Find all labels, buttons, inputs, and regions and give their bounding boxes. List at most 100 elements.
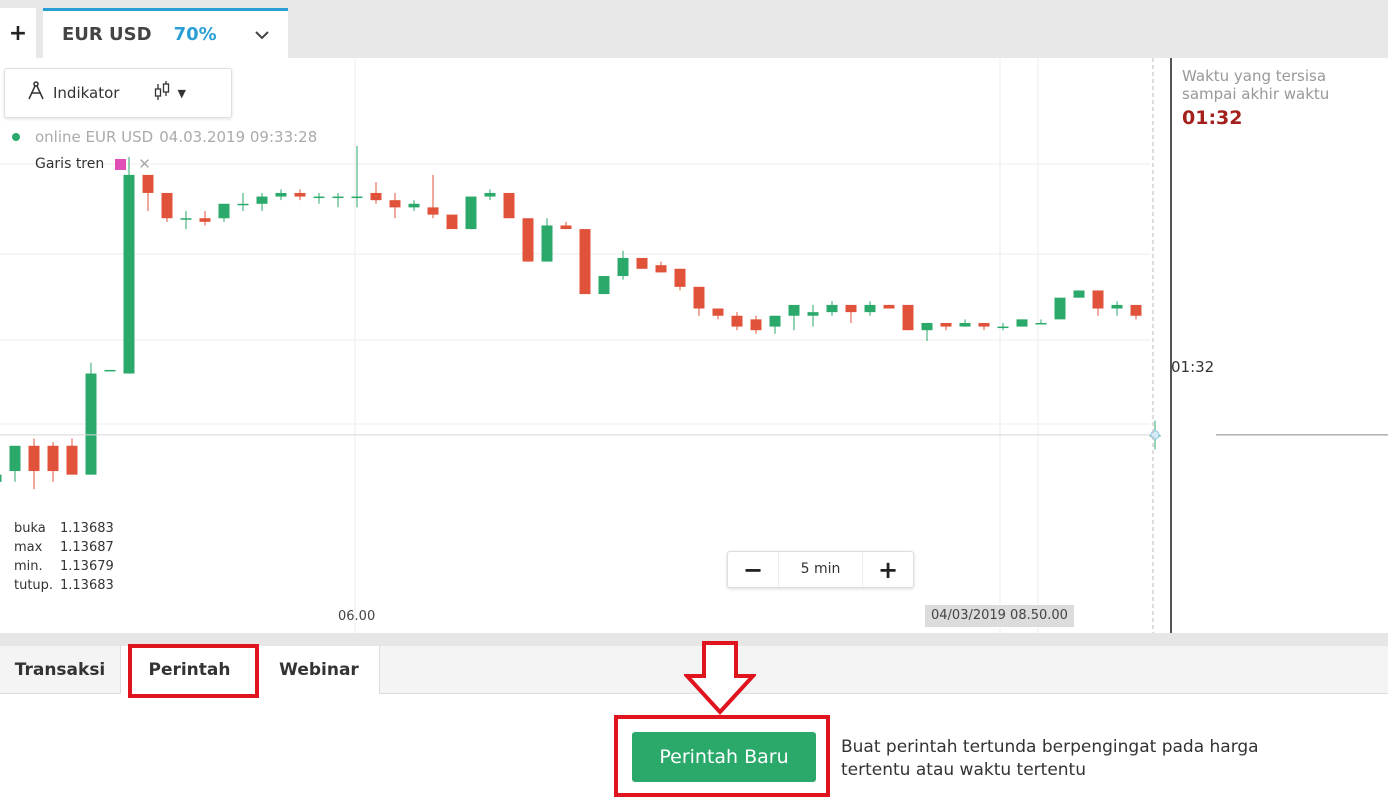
tab-transaksi[interactable]: Transaksi xyxy=(0,646,120,694)
compass-icon xyxy=(27,81,45,105)
candle-body xyxy=(351,196,363,199)
candle-body xyxy=(237,203,249,206)
candle-body xyxy=(294,192,306,197)
candle-body xyxy=(693,286,705,309)
candle-body xyxy=(598,276,610,295)
new-order-button[interactable]: Perintah Baru xyxy=(632,732,816,782)
candle-body xyxy=(864,304,876,313)
candle-body xyxy=(332,196,344,199)
candle-body xyxy=(1016,319,1028,327)
candle-body xyxy=(28,445,40,472)
candle-body xyxy=(275,192,287,197)
candle-body xyxy=(199,218,211,222)
online-text: online EUR USD xyxy=(35,128,154,146)
current-price-tag: 01:32 xyxy=(1171,358,1215,376)
indicator-button[interactable]: Indikator xyxy=(27,81,119,105)
candle-body xyxy=(997,326,1009,329)
candle-body xyxy=(1035,322,1047,325)
ohlc-row: tutup. 1.13683 xyxy=(14,578,114,593)
crosshair-date-tag: 04/03/2019 08.50.00 xyxy=(925,605,1074,627)
candle-body xyxy=(408,203,420,208)
candle-body xyxy=(1073,290,1085,298)
trend-color-swatch[interactable] xyxy=(115,158,127,170)
candle-body xyxy=(142,174,154,193)
candle-body xyxy=(712,308,724,316)
asset-tab-eur-usd[interactable]: EUR USD 70% xyxy=(43,8,288,58)
candle-body xyxy=(541,225,553,262)
candle-body xyxy=(47,445,59,472)
candle-body xyxy=(66,445,78,475)
tab-webinar[interactable]: Webinar xyxy=(259,646,379,694)
candle-body xyxy=(484,192,496,197)
chart-toolbar: Indikator ▼ xyxy=(4,68,232,118)
x-axis-tick-label: 06.00 xyxy=(338,609,376,624)
candle-body xyxy=(161,192,173,219)
expiry-timer: Waktu yang tersisa sampai akhir waktu 01… xyxy=(1182,67,1382,129)
tab-divider xyxy=(379,646,380,694)
candle-body xyxy=(921,322,933,331)
candle-body xyxy=(883,304,895,309)
candle-body xyxy=(389,200,401,208)
candle-body xyxy=(655,265,667,273)
candle-body xyxy=(807,312,819,316)
ohlc-row: min. 1.13679 xyxy=(14,559,114,574)
candle-body xyxy=(1111,304,1123,309)
indicator-label: Indikator xyxy=(53,84,120,102)
candlestick-icon xyxy=(153,80,171,106)
online-timestamp: 04.03.2019 09:33:28 xyxy=(159,128,318,146)
timer-caption-line2: sampai akhir waktu xyxy=(1182,85,1330,103)
online-status: online EUR USD 04.03.2019 09:33:28 xyxy=(12,128,317,146)
timer-value: 01:32 xyxy=(1182,107,1243,129)
zoom-in-button[interactable]: + xyxy=(863,552,913,587)
candle-body xyxy=(788,304,800,316)
candle-body xyxy=(560,225,572,230)
chart-type-button[interactable]: ▼ xyxy=(153,80,186,106)
candle-body xyxy=(180,218,192,220)
candle-body xyxy=(1054,297,1066,320)
asset-payout-percent: 70% xyxy=(173,24,217,45)
ohlc-readout: buka 1.13683 max 1.13687 min. 1.13679 tutup… xyxy=(14,519,114,595)
candle-body xyxy=(617,257,629,277)
ohlc-row: max 1.13687 xyxy=(14,540,114,555)
candle-body xyxy=(902,304,914,331)
add-tab-button[interactable]: + xyxy=(0,8,36,58)
candle-body xyxy=(636,257,648,269)
candle-body xyxy=(978,322,990,327)
candle-body xyxy=(465,196,477,230)
asset-name: EUR USD xyxy=(62,24,152,45)
online-dot-icon xyxy=(12,133,20,141)
candle-body xyxy=(579,229,591,295)
candle-body xyxy=(218,203,230,219)
zoom-out-button[interactable]: − xyxy=(728,552,778,587)
candle-body xyxy=(522,218,534,262)
caret-down-icon: ▼ xyxy=(177,86,186,100)
candle-body xyxy=(446,214,458,230)
candle-body xyxy=(674,268,686,287)
down-arrow-icon xyxy=(684,641,756,715)
ohlc-row: buka 1.13683 xyxy=(14,521,114,536)
candle-body xyxy=(0,474,2,482)
candle-body xyxy=(769,315,781,327)
highlight-box-perintah-tab xyxy=(128,644,259,698)
candle-body xyxy=(85,373,97,475)
candle-body xyxy=(503,192,515,219)
chevron-down-icon[interactable] xyxy=(254,25,270,44)
current-price-marker xyxy=(1150,430,1160,440)
candle-body xyxy=(123,174,135,374)
chart-area[interactable]: Indikator ▼ online EUR USD 04.03.2019 09… xyxy=(0,58,1388,633)
candle-body xyxy=(845,304,857,313)
candle-body xyxy=(959,322,971,327)
candle-body xyxy=(427,207,439,215)
candle-body xyxy=(256,196,268,204)
candle-body xyxy=(1092,290,1104,309)
new-order-description: Buat perintah tertunda berpengingat pada… xyxy=(841,737,1259,780)
remove-trend-icon[interactable]: ✕ xyxy=(138,155,151,173)
candle-body xyxy=(313,196,325,199)
interval-label: 5 min xyxy=(778,552,863,587)
candle-body xyxy=(1130,304,1142,316)
candle-body xyxy=(940,322,952,327)
candle-body xyxy=(731,315,743,327)
candle-body xyxy=(826,304,838,313)
tab-bar: + EUR USD 70% xyxy=(0,0,1388,58)
candle-body xyxy=(104,369,116,372)
